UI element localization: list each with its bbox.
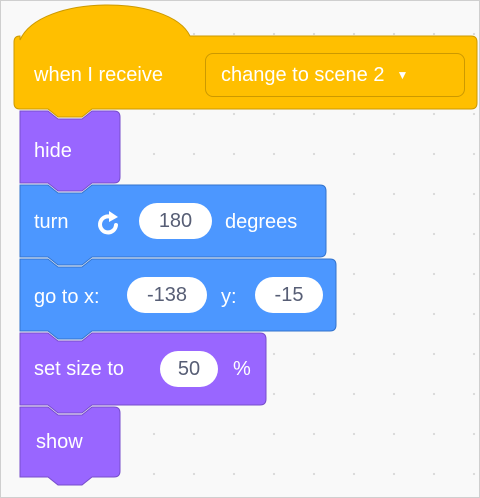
caret-down-icon: ▼ bbox=[396, 68, 409, 82]
goto-x-label: go to x: bbox=[34, 286, 100, 308]
goto-y-input[interactable]: -15 bbox=[255, 277, 323, 313]
when-i-receive-label: when I receive bbox=[34, 64, 163, 86]
goto-y-label: y: bbox=[221, 286, 237, 308]
message-dropdown[interactable]: change to scene 2 ▼ bbox=[205, 53, 465, 97]
set-size-label: set size to bbox=[34, 358, 125, 380]
hide-label: hide bbox=[34, 140, 72, 162]
turn-degrees-input[interactable]: 180 bbox=[139, 203, 212, 239]
set-size-input[interactable]: 50 bbox=[160, 351, 218, 387]
message-dropdown-value: change to scene 2 bbox=[221, 63, 385, 86]
show-label: show bbox=[36, 431, 83, 453]
percent-label: % bbox=[233, 358, 251, 380]
rotate-clockwise-icon bbox=[98, 211, 118, 235]
turn-label: turn bbox=[34, 211, 69, 233]
degrees-label: degrees bbox=[225, 211, 298, 233]
goto-x-input[interactable]: -138 bbox=[127, 277, 207, 313]
